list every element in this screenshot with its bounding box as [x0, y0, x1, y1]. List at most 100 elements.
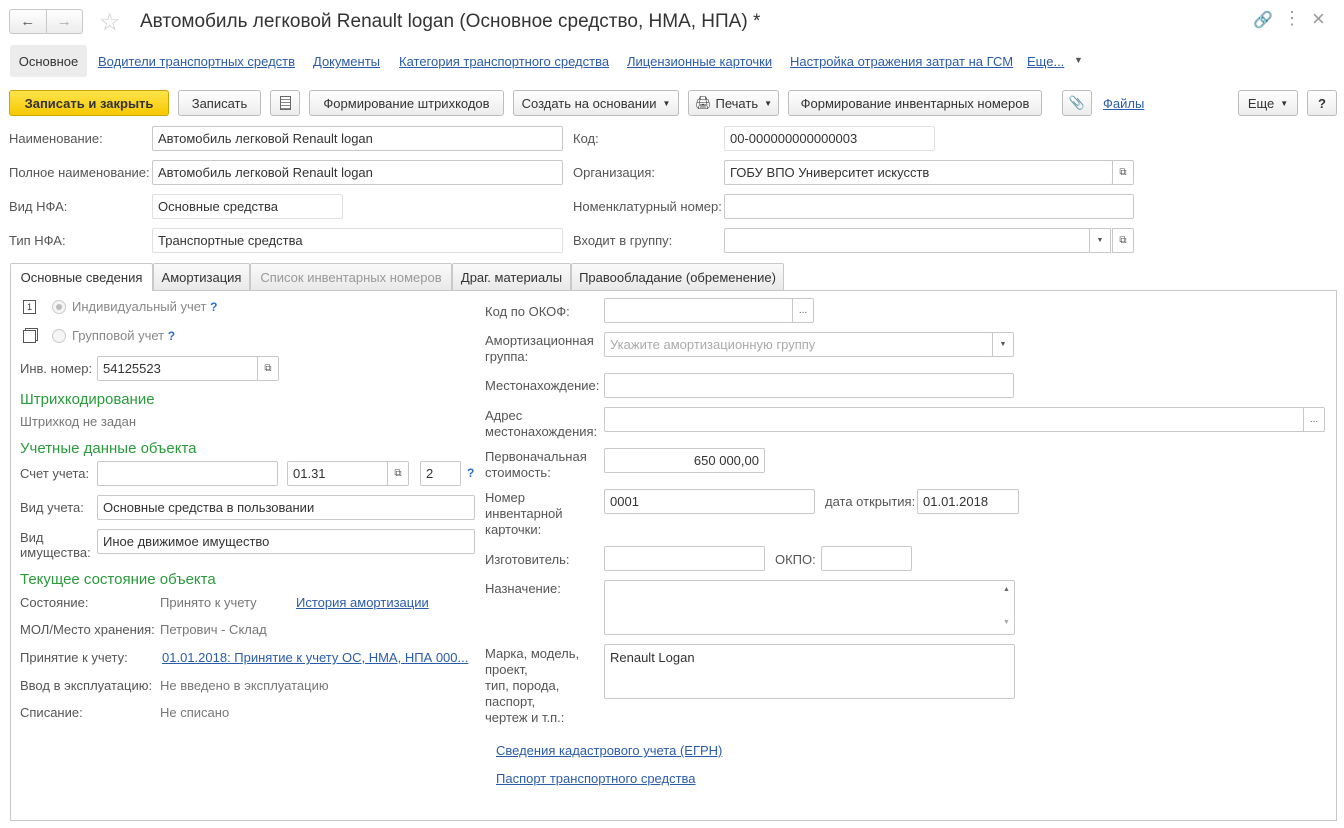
more-button[interactable]: Еще ▼ [1238, 90, 1298, 116]
account-field-3[interactable]: 2 [420, 461, 461, 486]
cost-field[interactable]: 650 000,00 [604, 448, 765, 473]
okof-field[interactable] [604, 298, 793, 323]
passport-link[interactable]: Паспорт транспортного средства [496, 771, 696, 786]
depreciation-history-link[interactable]: История амортизации [296, 595, 429, 610]
property-kind-label-2: имущества: [20, 545, 91, 560]
nav-link-documents[interactable]: Документы [313, 54, 380, 69]
open-date-label: дата открытия: [825, 494, 916, 509]
okpo-field[interactable] [821, 546, 912, 571]
name-field[interactable]: Автомобиль легковой Renault logan [152, 126, 563, 151]
nav-link-vehicle-category[interactable]: Категория транспортного средства [399, 54, 609, 69]
nomenclature-label: Номенклатурный номер: [573, 199, 722, 214]
group-open-button[interactable]: ⧉ [1112, 228, 1134, 253]
nomenclature-field[interactable] [724, 194, 1134, 219]
nfa-kind-field: Основные средства [152, 194, 343, 219]
card-number-field[interactable]: 0001 [604, 489, 815, 514]
address-select-button[interactable]: ... [1303, 407, 1325, 432]
full-name-field[interactable]: Автомобиль легковой Renault logan [152, 160, 563, 185]
nav-link-fuel-costs[interactable]: Настройка отражения затрат на ГСМ [790, 54, 1013, 69]
barcodes-button[interactable]: Формирование штрихкодов [309, 90, 504, 116]
save-button[interactable]: Записать [178, 90, 261, 116]
document-list-button[interactable] [270, 90, 300, 116]
group-field[interactable] [724, 228, 1090, 253]
okof-select-button[interactable]: ... [792, 298, 814, 323]
individual-radio[interactable] [52, 300, 66, 314]
print-button[interactable]: 🖨 Печать ▼ [688, 90, 779, 116]
open-icon: ⧉ [1119, 235, 1127, 246]
more-icon[interactable]: ⋮ [1283, 8, 1301, 29]
account-field-2[interactable]: 01.31 [287, 461, 388, 486]
amort-group-label-1: Амортизационная [485, 333, 594, 348]
help-icon[interactable]: ? [467, 466, 474, 480]
brand-label-1: Марка, модель, [485, 646, 580, 661]
amort-group-field[interactable]: Укажите амортизационную группу [604, 332, 993, 357]
scroll-down-icon[interactable]: ▼ [1003, 619, 1010, 626]
cadastral-link[interactable]: Сведения кадастрового учета (ЕГРН) [496, 743, 722, 758]
group-text: Групповой учет [72, 328, 165, 343]
account-open-button[interactable]: ⧉ [387, 461, 409, 486]
property-kind-label-1: Вид [20, 530, 44, 545]
group-accounting-icon [23, 330, 36, 343]
open-date-field[interactable]: 01.01.2018 [917, 489, 1019, 514]
back-button[interactable]: ← [10, 10, 47, 33]
tab-ownership[interactable]: Правообладание (обременение) [571, 263, 784, 290]
forward-button[interactable]: → [47, 10, 83, 33]
acceptance-link[interactable]: 01.01.2018: Принятие к учету ОС, НМА, НП… [162, 650, 468, 665]
okof-label: Код по ОКОФ: [485, 304, 570, 319]
account-label: Счет учета: [20, 466, 90, 481]
tab-precious-materials[interactable]: Драг. материалы [452, 263, 571, 290]
close-icon[interactable]: × [1312, 6, 1325, 32]
nav-link-more[interactable]: Еще... [1027, 54, 1064, 69]
location-label: Местонахождение: [485, 378, 600, 393]
inv-number-open-button[interactable]: ⧉ [257, 356, 279, 381]
account-field-1[interactable] [97, 461, 278, 486]
individual-label: Индивидуальный учет ? [72, 299, 217, 314]
commissioning-value: Не введено в эксплуатацию [160, 678, 329, 693]
scroll-up-icon[interactable]: ▲ [1003, 586, 1010, 593]
writeoff-label: Списание: [20, 705, 83, 720]
card-label-3: карточки: [485, 522, 542, 537]
individual-text: Индивидуальный учет [72, 299, 207, 314]
accounting-kind-field[interactable]: Основные средства в пользовании [97, 495, 475, 520]
amort-group-dropdown-button[interactable]: ▼ [992, 332, 1014, 357]
inv-number-field[interactable]: 54125523 [97, 356, 258, 381]
tab-depreciation[interactable]: Амортизация [153, 263, 250, 290]
cost-label-1: Первоначальная [485, 449, 587, 464]
commissioning-label: Ввод в эксплуатацию: [20, 678, 153, 693]
full-name-label: Полное наименование: [9, 165, 150, 180]
help-icon[interactable]: ? [210, 300, 217, 314]
nav-link-license-cards[interactable]: Лицензионные карточки [627, 54, 772, 69]
location-field[interactable] [604, 373, 1014, 398]
purpose-field[interactable] [604, 580, 1015, 635]
group-radio[interactable] [52, 329, 66, 343]
brand-label-3: тип, порода, [485, 678, 560, 693]
help-icon[interactable]: ? [168, 329, 175, 343]
name-label: Наименование: [9, 131, 103, 146]
favorite-star-icon[interactable]: ☆ [99, 8, 121, 37]
printer-icon: 🖨 [694, 95, 712, 110]
create-basis-button[interactable]: Создать на основании ▼ [513, 90, 679, 116]
state-value: Принято к учету [160, 595, 257, 610]
brand-field[interactable]: Renault Logan [604, 644, 1015, 699]
code-label: Код: [573, 131, 599, 146]
organization-open-button[interactable]: ⧉ [1112, 160, 1134, 185]
paperclip-icon: 📎 [1068, 95, 1086, 110]
nav-link-drivers[interactable]: Водители транспортных средств [98, 54, 295, 69]
tab-basic-info[interactable]: Основные сведения [10, 263, 153, 291]
inv-numbers-button[interactable]: Формирование инвентарных номеров [788, 90, 1042, 116]
property-kind-field[interactable]: Иное движимое имущество [97, 529, 475, 554]
tab-inventory-numbers[interactable]: Список инвентарных номеров [250, 263, 452, 290]
amort-group-placeholder: Укажите амортизационную группу [610, 337, 816, 352]
address-field[interactable] [604, 407, 1304, 432]
organization-field[interactable]: ГОБУ ВПО Университет искусств [724, 160, 1113, 185]
save-close-button[interactable]: Записать и закрыть [9, 90, 169, 116]
help-button[interactable]: ? [1307, 90, 1337, 116]
address-label-1: Адрес [485, 408, 523, 423]
manufacturer-field[interactable] [604, 546, 765, 571]
group-dropdown-button[interactable]: ▼ [1089, 228, 1111, 253]
files-link[interactable]: Файлы [1103, 96, 1144, 111]
more-label: Еще [1247, 95, 1275, 111]
link-icon[interactable]: 🔗 [1253, 10, 1273, 30]
nav-main[interactable]: Основное [10, 45, 87, 77]
attach-button[interactable]: 📎 [1062, 90, 1092, 116]
